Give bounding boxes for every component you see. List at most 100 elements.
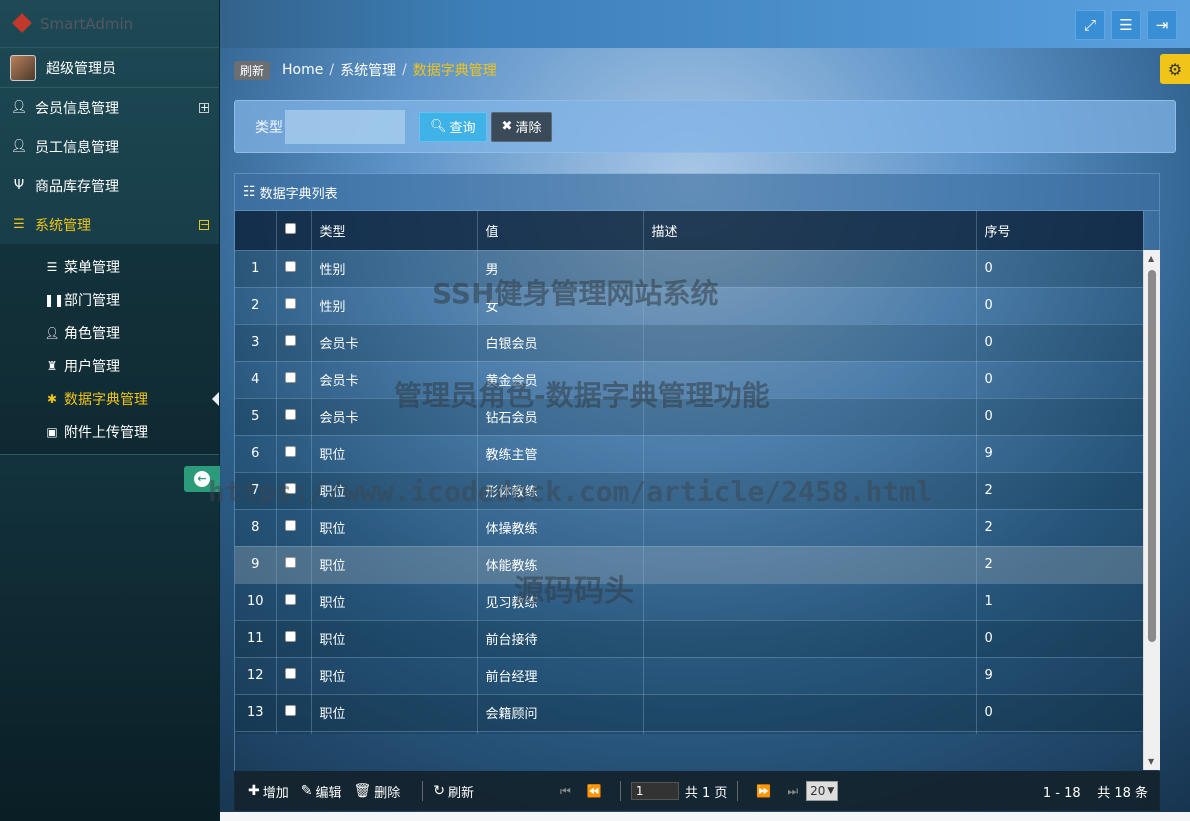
last-page-icon[interactable]: ⏭ [787, 784, 798, 799]
table-row[interactable]: 4 会员卡 黄金会员 0 [235, 361, 1144, 399]
grid-title-text: 数据字典列表 [259, 186, 338, 202]
add-button[interactable]: ✚ 增加 [248, 782, 289, 801]
row-number: 4 [235, 361, 277, 399]
sidebar-item-department[interactable]: ❚❚ 部门管理 [0, 283, 219, 316]
row-number: 2 [235, 287, 277, 325]
expand-icon[interactable]: + [199, 102, 209, 113]
row-checkbox[interactable] [284, 631, 296, 642]
table-row[interactable]: 8 职位 体操教练 2 [235, 509, 1144, 547]
edit-button[interactable]: ✎ 编辑 [301, 782, 342, 801]
sidebar-item-inventory[interactable]: Ψ 商品库存管理 [0, 166, 219, 205]
sidebar-item-system[interactable]: ☰ 系统管理 − [0, 205, 219, 244]
cell-type: 职位 [311, 472, 478, 510]
clear-button[interactable]: ✖ 清除 [490, 111, 553, 142]
breadcrumb-current: 数据字典管理 [412, 63, 497, 79]
row-checkbox[interactable] [284, 557, 296, 568]
logout-icon[interactable]: ⇥ [1147, 10, 1177, 40]
add-label: 增加 [262, 785, 289, 801]
cell-type: 职位 [311, 731, 478, 734]
sidebar-item-attachments[interactable]: ▣ 附件上传管理 [0, 415, 219, 448]
row-checkbox[interactable] [284, 372, 296, 383]
table-row[interactable]: 5 会员卡 钻石会员 0 [235, 398, 1144, 436]
list-icon: ☰ [13, 217, 25, 232]
dictionary-table: 类型 值 描述 序号 1 性别男 0 2 性别女 0 3 会员卡 白银会员 0 4 会员卡 黄金会员 0 5… [235, 211, 1144, 734]
cell-type: 职位 [311, 546, 478, 584]
avatar [10, 54, 36, 81]
list-icon: ☷ [243, 184, 256, 200]
sidebar-item-staff[interactable]: 👤︎ 员工信息管理 [0, 127, 219, 166]
type-input[interactable] [285, 109, 405, 144]
cell-desc [643, 694, 977, 732]
sidebar-item-menu[interactable]: ☰ 菜单管理 [0, 250, 219, 283]
column-header-value[interactable]: 值 [477, 211, 644, 251]
table-row[interactable]: 13 职位 会籍顾问 0 [235, 694, 1144, 732]
row-checkbox-cell [276, 250, 312, 288]
table-row[interactable]: 11 职位 前台接待 0 [235, 620, 1144, 658]
table-row[interactable]: 14 职位总经理 13 [235, 731, 1144, 734]
prev-page-icon[interactable]: ⏪ [587, 784, 602, 798]
breadcrumb-home[interactable]: Home [282, 62, 323, 78]
sidebar-item-label: 系统管理 [35, 217, 91, 234]
edit-icon: ✎ [300, 783, 313, 799]
cell-value: 钻石会员 [477, 398, 644, 436]
gear-icon[interactable]: ⚙ [1160, 54, 1190, 84]
refresh-tag[interactable]: 刷新 [234, 60, 271, 80]
select-all-checkbox[interactable] [284, 222, 296, 234]
query-button[interactable]: 🔍︎ 查询 [419, 111, 487, 142]
menu-icon[interactable]: ☰ [1111, 10, 1141, 40]
sidebar-item-users[interactable]: ♜ 用户管理 [0, 349, 219, 382]
scroll-up-icon[interactable]: ▲ [1148, 254, 1154, 263]
cell-order: 9 [976, 435, 1144, 473]
cell-type: 职位 [311, 583, 478, 621]
grid-title: ☷ 数据字典列表 [235, 174, 1159, 211]
row-checkbox[interactable] [284, 520, 296, 531]
breadcrumb-system[interactable]: 系统管理 [340, 60, 396, 80]
sidebar-item-role[interactable]: 👤︎ 角色管理 [0, 316, 219, 349]
sidebar-collapse-button[interactable]: ← [184, 466, 220, 492]
logo[interactable]: SmartAdmin [0, 0, 219, 48]
table-row[interactable]: 1 性别男 0 [235, 250, 1144, 288]
row-checkbox[interactable] [284, 705, 296, 716]
scroll-down-icon[interactable]: ▼ [1148, 757, 1154, 766]
chevron-down-icon: ▼ [827, 786, 835, 796]
row-checkbox[interactable] [284, 446, 296, 457]
collapse-icon[interactable]: − [199, 219, 209, 230]
table-row[interactable]: 12 职位 前台经理 9 [235, 657, 1144, 695]
table-row[interactable]: 3 会员卡 白银会员 0 [235, 324, 1144, 362]
refresh-button[interactable]: ↻ 刷新 [433, 782, 474, 801]
page-size-select[interactable]: 20 ▼ [806, 781, 839, 801]
search-icon: 🔍︎ [430, 119, 447, 134]
scroll-thumb[interactable] [1148, 270, 1156, 642]
first-page-icon[interactable]: ⏮ [560, 784, 571, 799]
cell-order: 0 [976, 287, 1144, 325]
page-number-input[interactable]: 1 [630, 782, 679, 800]
cell-desc [643, 472, 977, 510]
row-checkbox[interactable] [284, 668, 296, 679]
delete-button[interactable]: 🗑︎ 删除 [354, 782, 401, 801]
table-row[interactable]: 2 性别女 0 [235, 287, 1144, 325]
cell-type: 会员卡 [311, 361, 478, 399]
column-header-order[interactable]: 序号 [976, 211, 1144, 251]
sidebar-item-dictionary[interactable]: ✱ 数据字典管理 [0, 382, 219, 415]
row-checkbox-cell [276, 287, 312, 325]
cell-desc [643, 731, 977, 734]
row-checkbox[interactable] [284, 298, 296, 309]
next-page-icon[interactable]: ⏩ [756, 784, 771, 798]
row-checkbox[interactable] [284, 483, 296, 494]
user-profile[interactable]: 超级管理员 [0, 48, 219, 88]
user-name: 超级管理员 [46, 60, 116, 77]
row-checkbox[interactable] [284, 261, 296, 272]
table-row[interactable]: 9 职位 体能教练 2 [235, 546, 1144, 584]
row-checkbox[interactable] [284, 335, 296, 346]
table-row[interactable]: 10 职位 见习教练 1 [235, 583, 1144, 621]
table-row[interactable]: 6 职位 教练主管 9 [235, 435, 1144, 473]
column-header-desc[interactable]: 描述 [643, 211, 977, 251]
select-all-header [276, 211, 312, 251]
row-checkbox[interactable] [284, 409, 296, 420]
fullscreen-icon[interactable]: ⤢ [1075, 10, 1105, 40]
table-row[interactable]: 7 职位 形体教练 2 [235, 472, 1144, 510]
sidebar-item-member[interactable]: 👤︎ 会员信息管理 + [0, 88, 219, 127]
column-header-type[interactable]: 类型 [311, 211, 478, 251]
row-checkbox[interactable] [284, 594, 296, 605]
vertical-scrollbar[interactable]: ▲ ▼ [1143, 250, 1160, 770]
